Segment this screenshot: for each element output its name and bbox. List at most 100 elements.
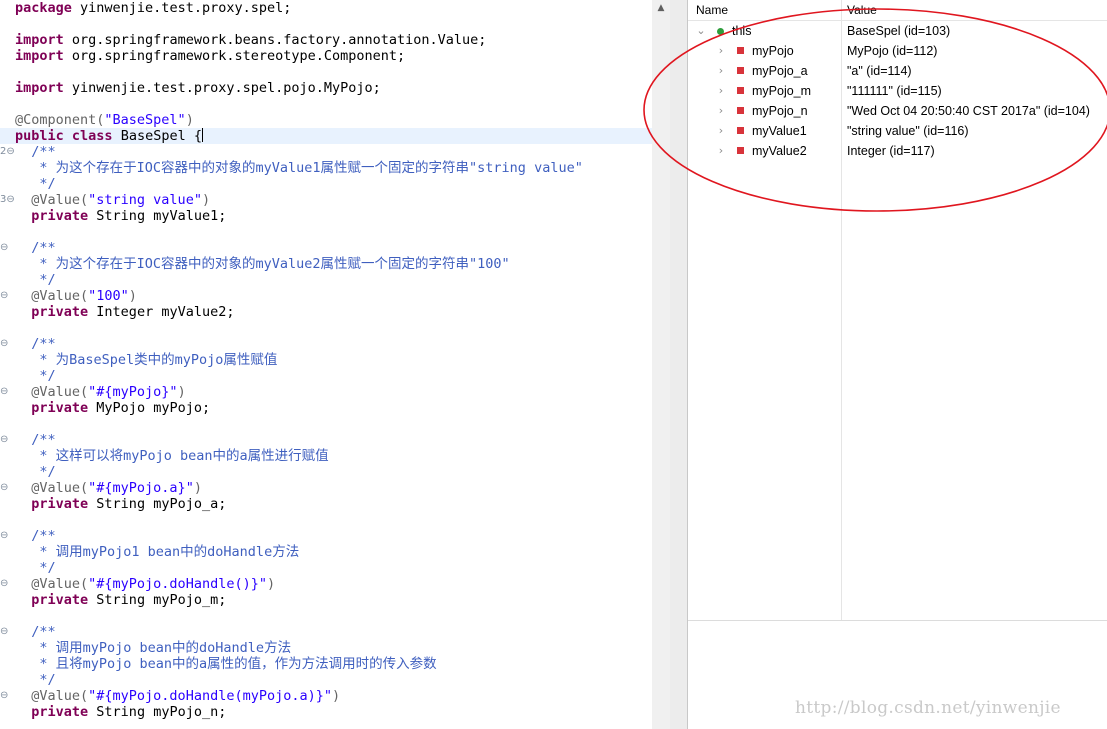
- code-text: package yinwenjie.test.proxy.spel;: [15, 0, 291, 16]
- fold-toggle-icon[interactable]: ⊖: [0, 336, 12, 352]
- scroll-up-arrow-icon[interactable]: ▲: [652, 0, 670, 17]
- code-line[interactable]: * 这样可以将myPojo bean中的a属性进行赋值: [0, 448, 652, 464]
- fold-toggle-icon[interactable]: ⊖: [0, 480, 12, 496]
- code-line[interactable]: [0, 320, 652, 336]
- fold-toggle-icon[interactable]: ⊖: [0, 288, 12, 304]
- code-line[interactable]: public class BaseSpel {: [0, 128, 652, 144]
- code-line[interactable]: package yinwenjie.test.proxy.spel;: [0, 0, 652, 16]
- code-line[interactable]: ⊖ @Value("#{myPojo.doHandle(myPojo.a)}"): [0, 688, 652, 704]
- code-line[interactable]: import org.springframework.stereotype.Co…: [0, 48, 652, 64]
- code-line[interactable]: [0, 16, 652, 32]
- code-text: */: [15, 560, 55, 576]
- code-line[interactable]: ⊖ /**: [0, 432, 652, 448]
- annotation: @Value(: [15, 384, 89, 400]
- red-square-icon: [737, 87, 744, 94]
- code-line[interactable]: [0, 96, 652, 112]
- code-line[interactable]: [0, 608, 652, 624]
- code-line[interactable]: @Component("BaseSpel"): [0, 112, 652, 128]
- code-line[interactable]: * 为这个存在于IOC容器中的对象的myValue2属性赋一个固定的字符串"10…: [0, 256, 652, 272]
- code-line[interactable]: private String myPojo_m;: [0, 592, 652, 608]
- code-line[interactable]: ⊖ /**: [0, 240, 652, 256]
- fold-toggle-icon[interactable]: ⊖: [0, 384, 12, 400]
- code-line[interactable]: ⊖ /**: [0, 528, 652, 544]
- code-line[interactable]: ⊖ @Value("#{myPojo}"): [0, 384, 652, 400]
- code-line[interactable]: 2⊖ /**: [0, 144, 652, 160]
- variable-row[interactable]: › myValue1 "string value" (id=116): [688, 121, 1107, 141]
- variable-name: myPojo_n: [752, 104, 808, 118]
- fold-toggle-icon[interactable]: 3⊖: [0, 192, 15, 208]
- variable-row[interactable]: ⌄ this BaseSpel (id=103): [688, 21, 1107, 41]
- annotation: @Value(: [15, 288, 89, 304]
- variable-name: myValue2: [752, 144, 807, 158]
- code-line[interactable]: [0, 64, 652, 80]
- code-line[interactable]: private String myPojo_a;: [0, 496, 652, 512]
- variable-row[interactable]: › myPojo_m "111111" (id=115): [688, 81, 1107, 101]
- detail-pane-divider[interactable]: [688, 620, 1107, 621]
- fold-toggle-icon[interactable]: ⊖: [0, 528, 12, 544]
- string-literal: "100": [88, 288, 129, 304]
- code-editor[interactable]: package yinwenjie.test.proxy.spel; import…: [0, 0, 652, 729]
- code-line[interactable]: * 且将myPojo bean中的a属性的值，作为方法调用时的传入参数: [0, 656, 652, 672]
- code-line[interactable]: ⊖ @Value("#{myPojo.doHandle()}"): [0, 576, 652, 592]
- code-line[interactable]: * 为这个存在于IOC容器中的对象的myValue1属性赋一个固定的字符串"st…: [0, 160, 652, 176]
- code-line[interactable]: */: [0, 672, 652, 688]
- code-text: private String myValue1;: [15, 208, 226, 224]
- code-line[interactable]: [0, 512, 652, 528]
- column-header-name[interactable]: Name: [696, 0, 728, 20]
- code-line[interactable]: * 调用myPojo bean中的doHandle方法: [0, 640, 652, 656]
- chevron-right-icon[interactable]: ›: [716, 41, 726, 61]
- fold-toggle-icon[interactable]: ⊖: [0, 688, 12, 704]
- code-line[interactable]: ⊖ /**: [0, 336, 652, 352]
- variable-row[interactable]: › myValue2 Integer (id=117): [688, 141, 1107, 161]
- code-line[interactable]: */: [0, 560, 652, 576]
- code-line[interactable]: 3⊖ @Value("string value"): [0, 192, 652, 208]
- watermark: http://blog.csdn.net/yinwenjie: [795, 698, 1061, 718]
- code-line[interactable]: */: [0, 176, 652, 192]
- editor-scrollbar[interactable]: ▲: [652, 0, 670, 729]
- code-token: yinwenjie.test.proxy.spel;: [71, 0, 292, 16]
- variable-row[interactable]: › myPojo_a "a" (id=114): [688, 61, 1107, 81]
- chevron-right-icon[interactable]: ›: [716, 81, 726, 101]
- chevron-right-icon[interactable]: ›: [716, 121, 726, 141]
- chevron-down-icon[interactable]: ⌄: [696, 21, 706, 41]
- code-line[interactable]: import yinwenjie.test.proxy.spel.pojo.My…: [0, 80, 652, 96]
- code-line[interactable]: [0, 416, 652, 432]
- code-line[interactable]: private String myValue1;: [0, 208, 652, 224]
- code-line[interactable]: private String myPojo_n;: [0, 704, 652, 720]
- variable-row[interactable]: › myPojo MyPojo (id=112): [688, 41, 1107, 61]
- column-header-value[interactable]: Value: [847, 0, 877, 20]
- code-line[interactable]: ⊖ @Value("#{myPojo.a}"): [0, 480, 652, 496]
- chevron-right-icon[interactable]: ›: [716, 101, 726, 121]
- fold-toggle-icon[interactable]: ⊖: [0, 432, 12, 448]
- code-line[interactable]: ⊖ /**: [0, 624, 652, 640]
- code-line[interactable]: */: [0, 272, 652, 288]
- fold-toggle-icon[interactable]: ⊖: [0, 624, 12, 640]
- code-line[interactable]: * 为BaseSpel类中的myPojo属性赋值: [0, 352, 652, 368]
- variables-view[interactable]: Name Value ⌄ this BaseSpel (id=103) › myPojo…: [688, 0, 1107, 729]
- javadoc-comment: /**: [15, 240, 56, 256]
- code-text: * 为这个存在于IOC容器中的对象的myValue2属性赋一个固定的字符串"10…: [15, 256, 510, 272]
- code-line[interactable]: [0, 224, 652, 240]
- code-line[interactable]: import org.springframework.beans.factory…: [0, 32, 652, 48]
- fold-toggle-icon[interactable]: 2⊖: [0, 144, 15, 160]
- code-line[interactable]: */: [0, 464, 652, 480]
- view-sash[interactable]: [670, 0, 687, 729]
- chevron-right-icon[interactable]: ›: [716, 61, 726, 81]
- variable-row[interactable]: › myPojo_n "Wed Oct 04 20:50:40 CST 2017a"…: [688, 101, 1107, 121]
- annotation: ): [266, 576, 276, 592]
- variable-value: BaseSpel (id=103): [847, 24, 951, 38]
- code-line[interactable]: private Integer myValue2;: [0, 304, 652, 320]
- variable-value: MyPojo (id=112): [847, 44, 938, 58]
- code-line[interactable]: ⊖ @Value("100"): [0, 288, 652, 304]
- chevron-right-icon[interactable]: ›: [716, 141, 726, 161]
- code-token: MyPojo myPojo;: [88, 400, 211, 416]
- code-line[interactable]: */: [0, 368, 652, 384]
- code-line[interactable]: * 调用myPojo1 bean中的doHandle方法: [0, 544, 652, 560]
- fold-toggle-icon[interactable]: ⊖: [0, 576, 12, 592]
- code-line[interactable]: private MyPojo myPojo;: [0, 400, 652, 416]
- fold-toggle-icon[interactable]: ⊖: [0, 240, 12, 256]
- keyword: private: [31, 208, 89, 224]
- javadoc-comment: * 为这个存在于IOC容器中的对象的myValue2属性赋一个固定的字符串"10…: [15, 256, 510, 272]
